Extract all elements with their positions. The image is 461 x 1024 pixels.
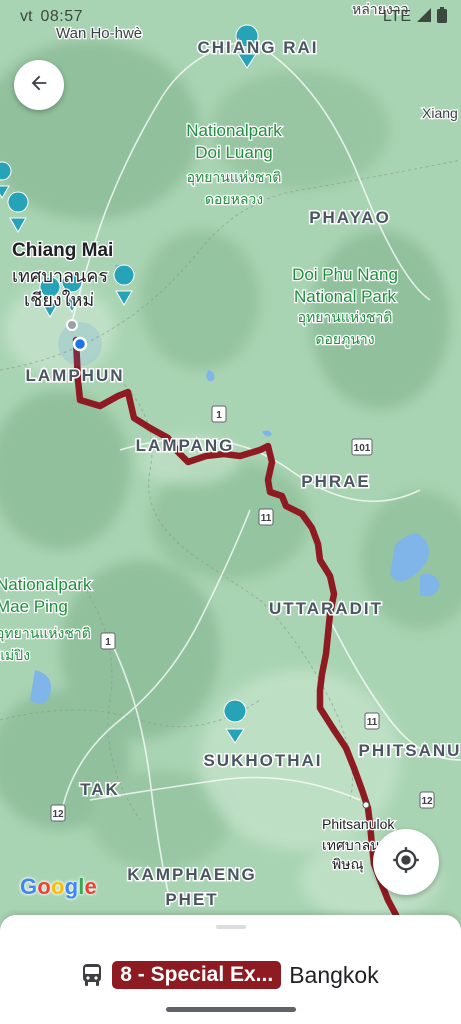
- highway-shield: 12: [50, 804, 66, 822]
- status-time: 08:57: [40, 8, 83, 25]
- google-letter: o: [37, 874, 51, 899]
- place-label: เทศบาลนคร: [12, 266, 108, 286]
- city-label: PHRAE: [301, 472, 371, 491]
- city-label: LAMPANG: [136, 436, 235, 455]
- highway-shield-label: 1: [216, 410, 222, 421]
- bus-icon: [82, 964, 104, 986]
- park-label: แม่ปิง: [0, 647, 30, 663]
- place-label: Xiang: [422, 105, 458, 121]
- highway-shield: 1: [100, 632, 116, 650]
- route-destination: Bangkok: [289, 961, 379, 988]
- drag-handle[interactable]: [216, 925, 246, 929]
- park-label: Nationalpark: [186, 121, 282, 140]
- highway-shield-label: 12: [421, 796, 433, 807]
- network-type: LTE: [382, 8, 411, 25]
- highway-shield: 11: [258, 508, 274, 526]
- park-label: Mae Ping: [0, 597, 68, 616]
- arrow-back-icon: [28, 72, 50, 99]
- park-label: อุทยานแห่งชาติ: [298, 309, 393, 326]
- battery-icon: [437, 6, 447, 28]
- route-summary[interactable]: 8 - Special Ex... Bangkok: [0, 959, 461, 991]
- my-location-dot: [72, 336, 88, 352]
- route-name-badge[interactable]: 8 - Special Ex...: [112, 961, 282, 989]
- google-letter: e: [84, 874, 97, 899]
- my-location-button[interactable]: [373, 829, 439, 895]
- city-label: LAMPHUN: [26, 366, 125, 385]
- place-label: เชียงใหม่: [24, 289, 94, 310]
- google-logo: Google: [20, 874, 97, 900]
- city-label: CHIANG RAI: [197, 38, 318, 57]
- place-label: Chiang Mai: [12, 240, 113, 261]
- park-label: Nationalpark: [0, 575, 92, 594]
- city-label: SUKHOTHAI: [203, 751, 322, 770]
- city-label: PHET: [165, 890, 218, 909]
- place-label: พิษณุ: [332, 856, 363, 873]
- home-indicator: [166, 1007, 296, 1012]
- highway-shield-label: 101: [354, 443, 371, 454]
- google-letter: G: [20, 874, 38, 899]
- park-label: ดอยหลวง: [205, 191, 263, 207]
- google-letter: g: [64, 874, 79, 899]
- my-location-icon: [392, 846, 420, 879]
- park-label: ดอยภูนาง: [315, 331, 374, 348]
- cell-signal-icon: [417, 7, 431, 27]
- highway-shield-label: 11: [367, 717, 378, 728]
- back-button[interactable]: [14, 60, 64, 110]
- google-letter: o: [50, 874, 65, 899]
- highway-shield: 12: [419, 791, 435, 809]
- place-label: เทศบาลน: [322, 837, 380, 853]
- highway-shield: 1: [211, 405, 227, 423]
- city-label: TAK: [80, 780, 120, 799]
- status-bar: vt 08:57 LTE: [0, 0, 461, 34]
- highway-shield-label: 12: [52, 809, 64, 820]
- city-label: UTTARADIT: [269, 599, 383, 618]
- highway-shield-label: 1: [105, 637, 111, 648]
- park-label: อุทยานแห่งชาติ: [187, 169, 282, 186]
- highway-shield-label: 11: [261, 513, 272, 524]
- highway-shield: 11: [364, 712, 380, 730]
- carrier-text: vt: [20, 8, 33, 25]
- city-label: KAMPHAENG: [127, 865, 256, 884]
- park-label: National Park: [294, 287, 397, 306]
- highway-shield: 101: [351, 438, 373, 456]
- park-label: Doi Luang: [195, 143, 273, 162]
- park-label: อุทยานแห่งชาติ: [0, 625, 91, 642]
- park-label: Doi Phu Nang: [292, 265, 398, 284]
- bottom-sheet[interactable]: 8 - Special Ex... Bangkok: [0, 915, 461, 1024]
- city-label: PHAYAO: [309, 208, 391, 227]
- city-label: PHITSANU: [359, 741, 461, 760]
- place-label: Phitsanulok: [322, 816, 395, 832]
